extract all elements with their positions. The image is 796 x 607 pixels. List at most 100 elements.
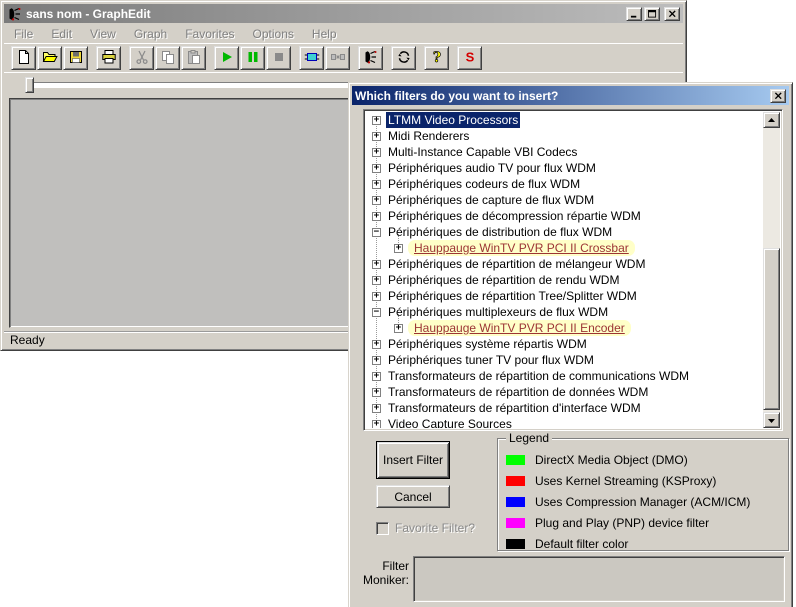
expand-icon[interactable]: + — [372, 404, 381, 413]
trackbar-thumb[interactable] — [25, 77, 34, 93]
tree-item[interactable]: + Périphériques système répartis WDM — [366, 336, 763, 352]
expand-icon[interactable]: + — [372, 356, 381, 365]
tree-item[interactable]: + Périphériques codeurs de flux WDM — [366, 176, 763, 192]
expand-icon[interactable]: + — [372, 276, 381, 285]
expand-icon[interactable]: + — [372, 420, 381, 429]
tree-item[interactable]: + Midi Renderers — [366, 128, 763, 144]
dialog-titlebar[interactable]: Which filters do you want to insert? — [352, 86, 789, 105]
minimize-button[interactable] — [626, 7, 642, 21]
expand-icon[interactable]: + — [372, 116, 381, 125]
menu-favorites[interactable]: Favorites — [176, 26, 243, 42]
dialog-title: Which filters do you want to insert? — [355, 89, 767, 103]
tree-item-label[interactable]: LTMM Video Processors — [386, 112, 520, 128]
tree-item[interactable]: + Périphériques de décompression répartie… — [366, 208, 763, 224]
tree-item-label[interactable]: Transformateurs de répartition de commun… — [386, 368, 691, 384]
maximize-button[interactable] — [644, 7, 660, 21]
tree-item-label[interactable]: Multi-Instance Capable VBI Codecs — [386, 144, 579, 160]
tree-item[interactable]: −Périphériques multiplexeurs de flux WDM — [366, 304, 763, 320]
expand-icon[interactable]: + — [372, 196, 381, 205]
paste-button[interactable] — [181, 46, 206, 70]
tree-item-label[interactable]: Transformateurs de répartition d'interfa… — [386, 400, 643, 416]
tree-item[interactable]: + Périphériques de répartition Tree/Split… — [366, 288, 763, 304]
tree-item-label[interactable]: Midi Renderers — [386, 128, 471, 144]
render-button[interactable] — [299, 46, 324, 70]
menu-edit[interactable]: Edit — [42, 26, 81, 42]
menu-options[interactable]: Options — [244, 26, 303, 42]
stats-button[interactable]: S — [457, 46, 482, 70]
tree-item[interactable]: −Périphériques de distribution de flux W… — [366, 224, 763, 240]
tree-item-label[interactable]: Périphériques de distribution de flux WD… — [386, 224, 614, 240]
menu-view[interactable]: View — [81, 26, 125, 42]
tree-item[interactable]: + Transformateurs de répartition de donné… — [366, 384, 763, 400]
tree-item[interactable]: + Transformateurs de répartition de commu… — [366, 368, 763, 384]
close-button[interactable] — [664, 7, 680, 21]
help-button[interactable]: ? — [424, 46, 449, 70]
open-button[interactable] — [37, 46, 62, 70]
copy-button[interactable] — [155, 46, 180, 70]
expand-icon[interactable]: + — [372, 164, 381, 173]
filter-moniker-field[interactable] — [413, 556, 785, 602]
expand-icon[interactable]: + — [372, 132, 381, 141]
tree-item-label[interactable]: Périphériques audio TV pour flux WDM — [386, 160, 598, 176]
tree-item-label[interactable]: Périphériques de décompression répartie … — [386, 208, 643, 224]
expand-icon[interactable]: + — [372, 388, 381, 397]
scroll-track[interactable] — [763, 128, 780, 412]
graphedit-logo-button[interactable] — [358, 46, 383, 70]
new-button[interactable] — [11, 46, 36, 70]
expand-icon[interactable]: + — [372, 292, 381, 301]
collapse-icon[interactable]: − — [372, 228, 381, 237]
tree-item-label[interactable]: Périphériques de répartition de mélangeu… — [386, 256, 647, 272]
checkbox-box[interactable] — [376, 522, 389, 535]
tree-item-label[interactable]: Video Capture Sources — [386, 416, 514, 428]
tree-item-label[interactable]: Périphériques tuner TV pour flux WDM — [386, 352, 596, 368]
disconnect-button[interactable] — [325, 46, 350, 70]
scroll-down-button[interactable] — [763, 412, 780, 428]
favorite-filter-checkbox[interactable]: Favorite Filter? — [376, 521, 475, 535]
menu-help[interactable]: Help — [303, 26, 346, 42]
expand-icon[interactable]: + — [372, 212, 381, 221]
collapse-icon[interactable]: − — [372, 308, 381, 317]
tree-item-label[interactable]: Périphériques multiplexeurs de flux WDM — [386, 304, 610, 320]
expand-icon[interactable]: + — [372, 260, 381, 269]
tree-item-label[interactable]: Périphériques de capture de flux WDM — [386, 192, 596, 208]
tree-item-label[interactable]: Hauppauge WinTV PVR PCI II Crossbar — [408, 240, 635, 256]
tree-item[interactable]: + Video Capture Sources — [366, 416, 763, 428]
tree-item[interactable]: + LTMM Video Processors — [366, 112, 763, 128]
stop-button[interactable] — [266, 46, 291, 70]
tree-item[interactable]: + Périphériques de répartition de rendu W… — [366, 272, 763, 288]
tree-item[interactable]: + Périphériques de répartition de mélange… — [366, 256, 763, 272]
menu-file[interactable]: File — [5, 26, 42, 42]
expand-icon[interactable]: + — [372, 148, 381, 157]
scroll-up-button[interactable] — [763, 112, 780, 128]
cancel-button[interactable]: Cancel — [376, 485, 450, 508]
expand-icon[interactable]: + — [372, 372, 381, 381]
pause-button[interactable] — [240, 46, 265, 70]
tree-item[interactable]: + Périphériques tuner TV pour flux WDM — [366, 352, 763, 368]
refresh-button[interactable] — [391, 46, 416, 70]
tree-item-label[interactable]: Périphériques codeurs de flux WDM — [386, 176, 582, 192]
tree-item[interactable]: + Périphériques de capture de flux WDM — [366, 192, 763, 208]
expand-icon[interactable]: + — [372, 180, 381, 189]
tree-item-label[interactable]: Transformateurs de répartition de donnée… — [386, 384, 650, 400]
menu-graph[interactable]: Graph — [125, 26, 176, 42]
tree-item[interactable]: + Hauppauge WinTV PVR PCI II Crossbar — [366, 240, 763, 256]
expand-icon[interactable]: + — [394, 324, 403, 333]
scroll-thumb[interactable] — [763, 248, 780, 410]
tree-item-label[interactable]: Périphériques de répartition de rendu WD… — [386, 272, 621, 288]
tree-item[interactable]: + Périphériques audio TV pour flux WDM — [366, 160, 763, 176]
play-button[interactable] — [214, 46, 239, 70]
dialog-close-button[interactable] — [770, 89, 786, 103]
save-button[interactable] — [63, 46, 88, 70]
expand-icon[interactable]: + — [394, 244, 403, 253]
tree-item[interactable]: + Hauppauge WinTV PVR PCI II Encoder — [366, 320, 763, 336]
tree-item-label[interactable]: Hauppauge WinTV PVR PCI II Encoder — [408, 320, 631, 336]
tree-item-label[interactable]: Périphériques de répartition Tree/Splitt… — [386, 288, 639, 304]
insert-filter-button[interactable]: Insert Filter — [376, 441, 450, 479]
tree-item[interactable]: + Transformateurs de répartition d'interf… — [366, 400, 763, 416]
print-button[interactable] — [96, 46, 121, 70]
cut-button[interactable] — [129, 46, 154, 70]
expand-icon[interactable]: + — [372, 340, 381, 349]
tree-item[interactable]: + Multi-Instance Capable VBI Codecs — [366, 144, 763, 160]
tree-item-label[interactable]: Périphériques système répartis WDM — [386, 336, 589, 352]
main-titlebar[interactable]: sans nom - GraphEdit — [4, 4, 683, 23]
